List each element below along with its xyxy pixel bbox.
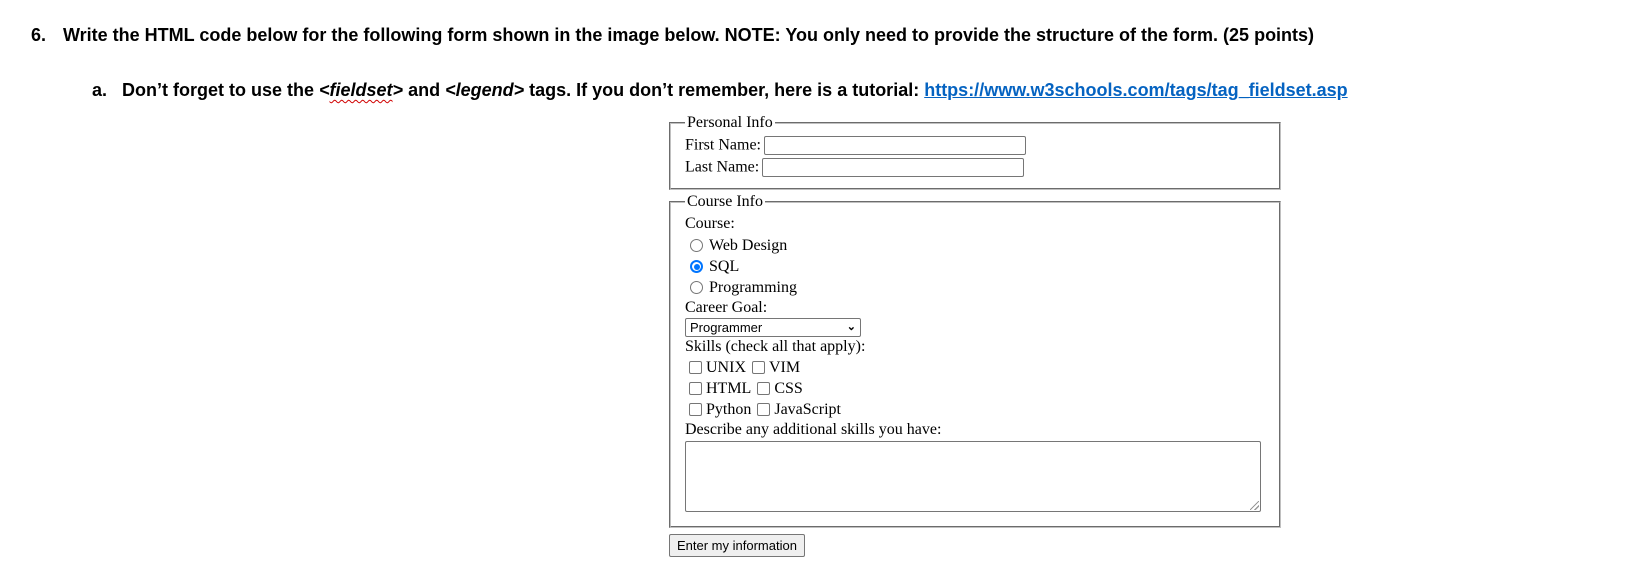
radio-web-design[interactable] (690, 239, 703, 252)
course-info-fieldset: Course Info Course: Web Design SQL Progr… (669, 193, 1281, 528)
career-goal-selected: Programmer (690, 320, 763, 335)
checkbox-javascript[interactable] (757, 403, 771, 416)
course-option-programming[interactable]: Programming (685, 277, 1267, 298)
sub-item-text-mid: and (403, 80, 446, 100)
course-option-sql[interactable]: SQL (685, 256, 1267, 277)
skills-label: Skills (check all that apply): (685, 338, 866, 355)
skill-label: JavaScript (774, 401, 841, 418)
last-name-input[interactable] (762, 157, 1025, 177)
resize-grip-icon[interactable] (1250, 501, 1259, 510)
course-label: Course: (685, 215, 735, 232)
checkbox-python[interactable] (689, 403, 702, 416)
submit-button[interactable]: Enter my information (669, 534, 805, 557)
checkbox-css[interactable] (757, 382, 771, 395)
describe-skills-label: Describe any additional skills you have: (685, 421, 942, 438)
sub-item-text-before: Don’t forget to use the (122, 80, 319, 100)
radio-sql[interactable] (690, 260, 703, 273)
personal-info-legend: Personal Info (687, 114, 773, 131)
tutorial-link[interactable]: https://www.w3schools.com/tags/tag_field… (924, 80, 1347, 100)
checkbox-unix[interactable] (689, 361, 702, 374)
first-name-label: First Name: (685, 136, 761, 154)
checkbox-html[interactable] (689, 382, 702, 395)
sub-item-line: a. Don’t forget to use the <fieldset> and… (92, 80, 1348, 101)
sub-item-text-after: tags. If you don’t remember, here is a t… (524, 80, 925, 100)
checkbox-vim[interactable] (752, 361, 765, 374)
skill-label: CSS (774, 380, 803, 397)
fieldset-tag-text: <fieldset> (319, 80, 404, 100)
personal-info-fieldset: Personal Info First Name: Last Name: (669, 114, 1281, 190)
course-option-web-design[interactable]: Web Design (685, 235, 1267, 256)
course-option-label: Programming (709, 279, 797, 296)
skill-label: HTML (706, 380, 752, 397)
first-name-row: First Name: (685, 134, 1267, 156)
radio-programming[interactable] (690, 281, 703, 294)
career-goal-label: Career Goal: (685, 299, 768, 316)
additional-skills-textarea[interactable] (685, 441, 1261, 512)
legend-tag-text: <legend> (445, 80, 525, 100)
skills-row-2: HTML CSS (685, 378, 1267, 399)
career-goal-select[interactable]: Programmer ⌄ (685, 318, 861, 337)
question-number: 6. (31, 25, 47, 45)
form-preview: Personal Info First Name: Last Name: Cou… (669, 114, 1281, 528)
last-name-label: Last Name: (685, 158, 760, 176)
question-text: Write the HTML code below for the follow… (63, 25, 1315, 45)
fieldset-tag-name: fieldset (329, 80, 393, 100)
question-line: 6. Write the HTML code below for the foll… (31, 25, 1314, 46)
chevron-down-icon: ⌄ (846, 321, 856, 333)
course-option-label: SQL (709, 258, 740, 275)
skills-row-1: UNIX VIM (685, 357, 1267, 378)
skill-label: VIM (769, 359, 801, 376)
skills-row-3: Python JavaScript (685, 399, 1267, 420)
course-info-legend: Course Info (687, 193, 763, 210)
skill-label: UNIX (706, 359, 746, 376)
last-name-row: Last Name: (685, 156, 1267, 178)
first-name-input[interactable] (764, 135, 1026, 155)
sub-item-letter: a. (92, 80, 108, 100)
skill-label: Python (706, 401, 752, 418)
course-option-label: Web Design (709, 237, 788, 254)
